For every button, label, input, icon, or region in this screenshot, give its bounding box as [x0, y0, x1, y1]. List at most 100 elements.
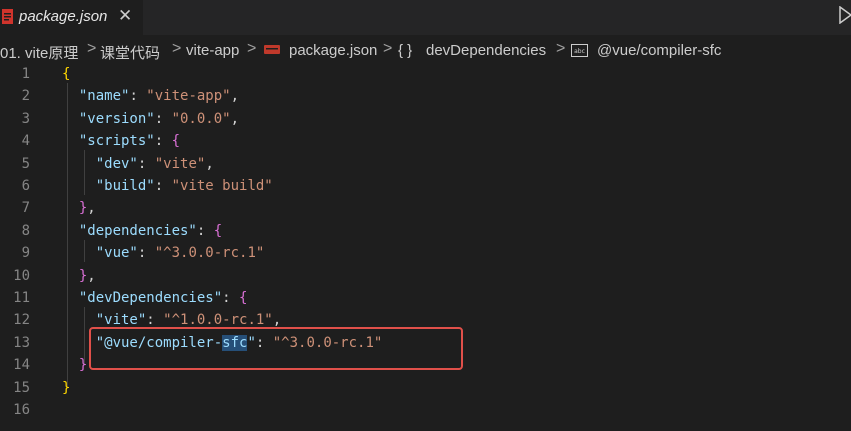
run-icon[interactable] — [839, 6, 851, 24]
code-line: "name": "vite-app", — [62, 88, 239, 104]
code-token: } — [78, 357, 88, 374]
code-token: , — [205, 155, 214, 172]
code-token: "build" — [95, 178, 155, 194]
breadcrumb-item-symbol[interactable]: devDependencies — [426, 42, 546, 59]
code-token: : — [137, 245, 155, 262]
code-line: "dev": "vite", — [62, 156, 214, 172]
line-number: 11 — [13, 290, 30, 306]
line-number: 12 — [13, 312, 30, 329]
code-line: "dependencies": { — [62, 223, 222, 239]
code-line: }, — [62, 268, 96, 284]
code-token: { — [62, 66, 71, 82]
line-number: 5 — [21, 155, 30, 172]
code-token: "version" — [78, 110, 155, 127]
code-token: "scripts" — [78, 133, 155, 150]
code-editor[interactable]: 1 2 3 4 5 6 7 8 9 10 11 12 13 14 15 16 { "name": "vite-… — [0, 63, 851, 431]
code-token: } — [62, 379, 71, 396]
code-token: : — [137, 155, 155, 172]
code-token: : — [146, 312, 164, 329]
breadcrumb-separator: > — [172, 40, 182, 57]
code-token: , — [230, 110, 240, 127]
svg-text:abc: abc — [574, 48, 585, 55]
code-token: "name" — [78, 88, 130, 105]
code-token: : — [154, 110, 172, 127]
line-number: 14 — [13, 357, 30, 374]
code-token: "vite-app" — [146, 88, 231, 105]
code-token: "^3.0.0-rc.1" — [154, 245, 265, 262]
line-number: 3 — [21, 110, 30, 127]
code-line: "scripts": { — [62, 133, 180, 149]
breadcrumb-item-symbol[interactable]: @vue/compiler-sfc — [597, 42, 721, 59]
tab-title: package.json — [19, 8, 108, 25]
code-line: "build": "vite build" — [62, 178, 273, 194]
code-token: , — [87, 200, 96, 217]
code-token: "0.0.0" — [171, 110, 231, 127]
code-line: "vue": "^3.0.0-rc.1" — [62, 245, 265, 262]
code-token: "dev" — [95, 155, 138, 172]
code-token: "vite" — [95, 312, 147, 329]
code-line: "devDependencies": { — [62, 290, 248, 306]
code-line: }, — [62, 200, 96, 216]
code-token: "dependencies" — [78, 222, 197, 239]
line-number: 6 — [21, 178, 30, 194]
object-icon: { } — [398, 42, 413, 59]
breadcrumb-separator: > — [247, 40, 257, 57]
code-token: , — [272, 312, 282, 329]
code-line: { — [62, 66, 70, 82]
json-file-icon — [2, 9, 13, 24]
code-token: "vite" — [154, 155, 206, 172]
code-token: "vue" — [95, 245, 138, 262]
close-icon[interactable]: ✕ — [118, 6, 132, 26]
line-number: 4 — [21, 133, 30, 150]
breadcrumb-separator: > — [556, 40, 566, 57]
code-token: "^1.0.0-rc.1" — [163, 312, 273, 329]
breadcrumb-item-folder[interactable]: vite-app — [186, 42, 239, 59]
breadcrumb-separator: > — [87, 40, 97, 57]
code-token: { — [171, 133, 181, 150]
code-token: : — [154, 133, 172, 150]
breadcrumb: 01. vite原理 > 课堂代码 > vite-app > package.j… — [0, 36, 851, 63]
breadcrumb-separator: > — [383, 40, 393, 57]
code-token: , — [230, 88, 240, 105]
line-number: 9 — [21, 245, 30, 262]
code-token: : — [154, 178, 172, 194]
code-token: { — [239, 290, 248, 306]
code-token: : — [196, 222, 214, 239]
code-token: : — [129, 88, 147, 105]
breadcrumb-item-file[interactable]: package.json — [289, 42, 377, 59]
code-line: "vite": "^1.0.0-rc.1", — [62, 312, 281, 328]
breadcrumb-item-folder[interactable]: 课堂代码 — [100, 42, 160, 63]
string-icon: abc — [571, 44, 588, 57]
line-number: 2 — [21, 88, 30, 105]
code-line: } — [62, 357, 87, 373]
line-number: 7 — [21, 200, 30, 217]
tab-bar: package.json ✕ — [0, 0, 851, 35]
code-line: "version": "0.0.0", — [62, 111, 239, 127]
line-number: 1 — [21, 66, 30, 82]
json-file-icon — [264, 45, 280, 54]
code-token: : — [222, 290, 240, 306]
code-token: "devDependencies" — [78, 290, 223, 306]
breadcrumb-item-folder[interactable]: 01. vite原理 — [0, 42, 78, 63]
line-number: 10 — [13, 267, 30, 284]
code-token: , — [87, 267, 96, 284]
annotation-highlight-box — [89, 327, 463, 370]
line-number: 13 — [13, 334, 30, 351]
line-number: 15 — [13, 379, 30, 396]
tab-package-json[interactable]: package.json ✕ — [0, 0, 143, 35]
line-number: 8 — [21, 222, 30, 239]
code-token: { — [213, 222, 223, 239]
code-token: "vite build" — [171, 178, 273, 194]
